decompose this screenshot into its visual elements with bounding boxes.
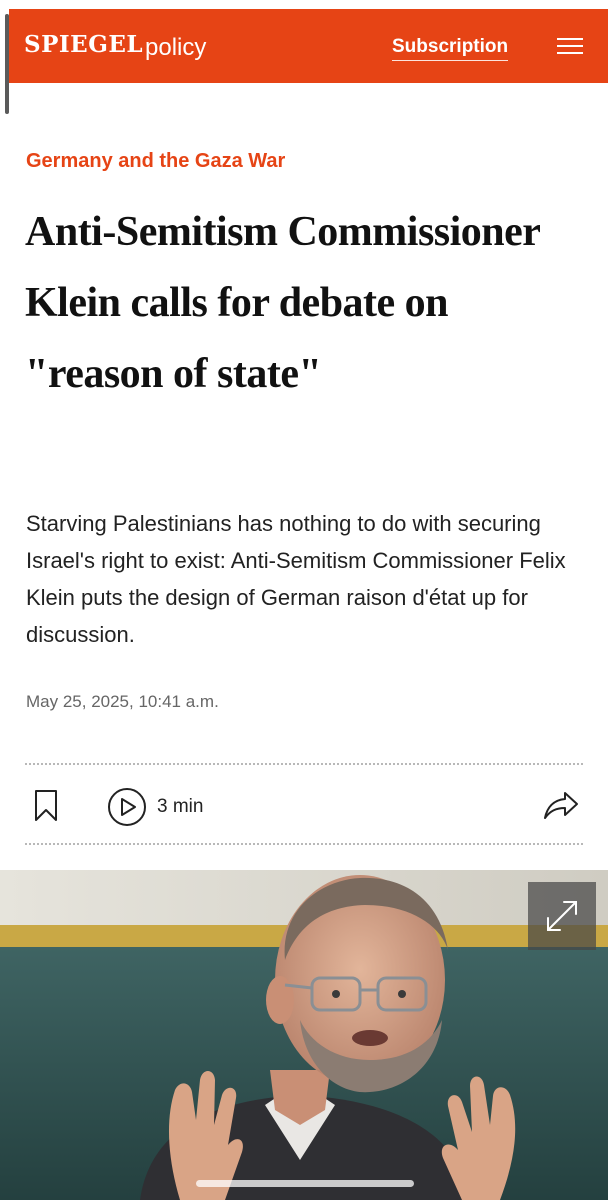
expand-image-button[interactable] xyxy=(528,882,596,950)
site-header: SPIEGEL policy Subscription xyxy=(9,9,608,83)
article-action-bar: 3 min xyxy=(25,763,583,845)
share-arrow-icon[interactable] xyxy=(543,789,579,821)
hamburger-menu-icon[interactable] xyxy=(557,36,583,56)
article-kicker[interactable]: Germany and the Gaza War xyxy=(26,149,285,173)
subscription-link[interactable]: Subscription xyxy=(392,37,509,61)
article-teaser: Starving Palestinians has nothing to do … xyxy=(26,511,566,647)
home-indicator xyxy=(196,1180,414,1187)
play-circle-icon xyxy=(107,787,147,827)
bookmark-icon[interactable] xyxy=(34,789,58,823)
audio-duration: 3 min xyxy=(157,796,204,817)
spiegel-logo[interactable]: SPIEGEL xyxy=(24,33,143,56)
audio-play-button[interactable]: 3 min xyxy=(107,787,203,827)
section-name[interactable]: policy xyxy=(145,36,206,60)
hero-image[interactable] xyxy=(0,870,608,1200)
article-date: May 25, 2025, 10:41 a.m. xyxy=(26,692,219,711)
expand-icon xyxy=(547,901,577,931)
article-headline: Anti-Semitism Commissioner Klein calls f… xyxy=(25,209,540,397)
